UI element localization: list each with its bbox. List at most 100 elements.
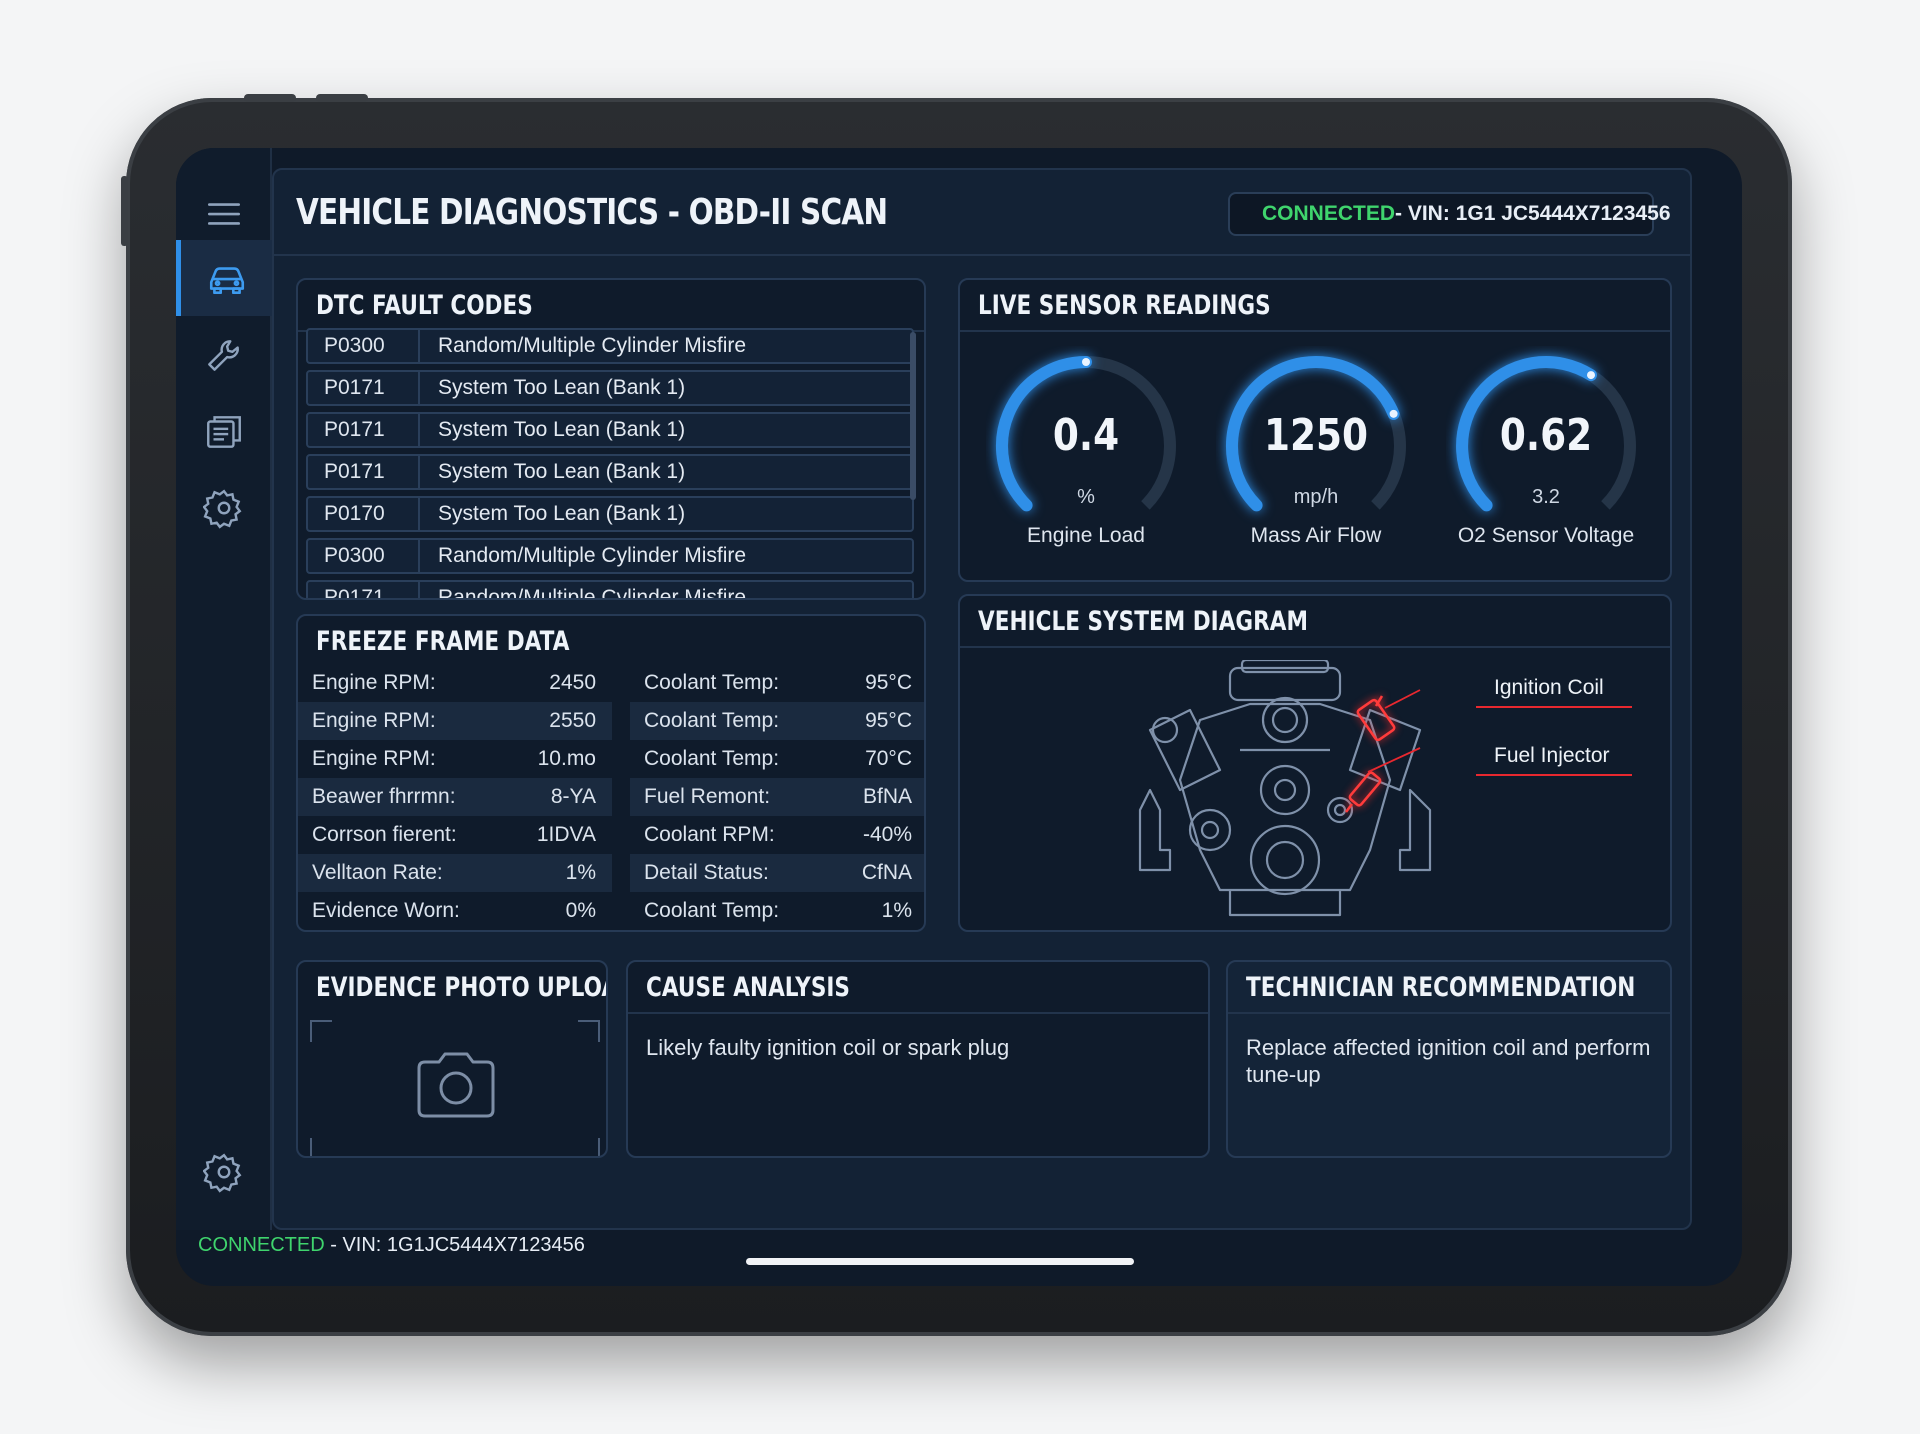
sidebar-item-vehicle[interactable] [176, 240, 272, 316]
camera-icon [417, 1052, 495, 1118]
freeze-frame-row: Corrson fierent: 1IDVA [298, 816, 612, 854]
dtc-title: DTC FAULT CODES [316, 290, 533, 321]
freeze-label: Beawer fhrrmn: [312, 785, 456, 808]
dtc-code: P0171 [308, 582, 420, 598]
table-row[interactable]: P0300 Random/Multiple Cylinder Misfire [306, 328, 914, 364]
sidebar-item-settings[interactable] [176, 470, 272, 546]
freeze-frame-row: Coolant Temp: 95°C [630, 664, 924, 702]
tablet-frame: VEHICLE DIAGNOSTICS - OBD-II SCAN CONNEC… [126, 98, 1792, 1336]
gauge-needle [1082, 358, 1090, 366]
freeze-label: Coolant RPM: [644, 823, 775, 846]
freeze-value: 70°C [865, 747, 912, 770]
dtc-code: P0300 [308, 330, 420, 362]
footer-connected: CONNECTED [198, 1234, 325, 1256]
main-content: VEHICLE DIAGNOSTICS - OBD-II SCAN CONNEC… [272, 168, 1692, 1230]
freeze-frame-row: Beawer fhrrmn: 8-YA [298, 778, 612, 816]
dtc-description: System Too Lean (Bank 1) [438, 418, 686, 441]
gauge-label: Mass Air Flow [1250, 524, 1382, 547]
freeze-frame-row: Evidence Worn: 0% [298, 892, 612, 930]
freeze-frame-panel: FREEZE FRAME DATA Engine RPM: 2450 Engine … [296, 614, 926, 932]
freeze-value: 10.mo [537, 747, 596, 770]
dtc-description: Random/Multiple Cylinder Misfire [438, 586, 747, 600]
table-row[interactable]: P0171 System Too Lean (Bank 1) [306, 412, 914, 448]
gauge-value: 0.62 [1499, 410, 1593, 461]
freeze-value: 1% [881, 899, 912, 922]
table-row[interactable]: P0170 System Too Lean (Bank 1) [306, 496, 914, 532]
freeze-label: Evidence Worn: [312, 899, 460, 922]
dtc-code: P0171 [308, 456, 420, 488]
freeze-frame-row: Coolant Temp: 70°C [630, 740, 924, 778]
freeze-value: 1% [565, 861, 596, 884]
table-row[interactable]: P0171 Random/Multiple Cylinder Misfire [306, 580, 914, 600]
table-row[interactable]: P0300 Random/Multiple Cylinder Misfire [306, 538, 914, 574]
engine-diagram[interactable] [1130, 660, 1470, 924]
freeze-frame-row: Engine RPM: 2450 [298, 664, 612, 702]
freeze-label: Coolant Temp: [644, 747, 780, 770]
diagram-title: VEHICLE SYSTEM DIAGRAM [978, 606, 1308, 637]
gauge-label: Engine Load [1027, 524, 1145, 547]
gauge-value: 1250 [1263, 410, 1369, 461]
dtc-description: System Too Lean (Bank 1) [438, 460, 686, 483]
freeze-label: Fuel Remont: [644, 785, 771, 808]
gear-icon [203, 489, 242, 529]
cause-panel: CAUSE ANALYSIS Likely faulty ignition co… [626, 960, 1210, 1158]
gauge-needle [1587, 371, 1596, 380]
dtc-description: System Too Lean (Bank 1) [438, 376, 686, 399]
vin-label: - VIN: 1G1 JC5444X7123456 [1395, 202, 1671, 225]
freeze-label: Coolant Temp: [644, 709, 780, 732]
page-title: VEHICLE DIAGNOSTICS - OBD-II SCAN [296, 192, 888, 233]
freeze-frame-row: Engine RPM: 2550 [298, 702, 612, 740]
sidebar-bottom-settings[interactable] [176, 1134, 272, 1210]
freeze-frame-row: Detail Status: CfNA [630, 854, 924, 892]
freeze-label: Corrson fierent: [312, 823, 457, 846]
gauge-unit: % [1077, 486, 1095, 508]
freeze-frame-row: Coolant Temp: 1% [630, 892, 924, 930]
table-row[interactable]: P0171 System Too Lean (Bank 1) [306, 454, 914, 490]
freeze-label: Engine RPM: [312, 709, 436, 732]
sidebar [176, 148, 272, 1230]
diagram-panel: VEHICLE SYSTEM DIAGRAM Ignition Coil Fue… [958, 594, 1672, 932]
menu-icon [207, 203, 241, 225]
dtc-code: P0170 [308, 498, 420, 530]
table-row[interactable]: P0171 System Too Lean (Bank 1) [306, 370, 914, 406]
dtc-description: Random/Multiple Cylinder Misfire [438, 334, 747, 357]
footer-status: CONNECTED - VIN: 1G1JC5444X7123456 [198, 1234, 585, 1257]
dtc-panel: DTC FAULT CODES P0300 Random/Multiple Cyl… [296, 278, 926, 600]
freeze-value: 95°C [865, 671, 912, 694]
dtc-code: P0300 [308, 540, 420, 572]
freeze-value: 2450 [549, 671, 596, 694]
ignition-coil-label: Ignition Coil [1494, 676, 1604, 699]
sensor-gauge: 0.4% [986, 346, 1186, 546]
report-icon [207, 416, 241, 448]
freeze-value: 1IDVA [536, 823, 596, 846]
car-icon [209, 267, 244, 295]
hardware-button [244, 94, 296, 102]
sensor-panel: LIVE SENSOR READINGS 0.4% Engine Load 1250… [958, 278, 1672, 582]
ignition-coil-leader [1476, 706, 1632, 708]
freeze-frame-row: Velltaon Rate: 1% [298, 854, 612, 892]
sensor-title: LIVE SENSOR READINGS [978, 290, 1271, 321]
photo-upload-dropzone[interactable] [310, 1020, 600, 1156]
connection-label: CONNECTED [1262, 202, 1396, 225]
upload-title: EVIDENCE PHOTO UPLOAD [316, 972, 608, 1003]
header: VEHICLE DIAGNOSTICS - OBD-II SCAN CONNEC… [274, 170, 1690, 256]
sidebar-item-reports[interactable] [176, 394, 272, 470]
sensor-gauge: 1250 mp/h [1216, 346, 1416, 546]
freeze-value: CfNA [861, 861, 912, 884]
freeze-title: FREEZE FRAME DATA [316, 626, 570, 657]
recommendation-panel: TECHNICIAN RECOMMENDATION Replace affect… [1226, 960, 1672, 1158]
home-indicator[interactable] [746, 1258, 1134, 1265]
recommendation-text: Replace affected ignition coil and perfo… [1246, 1035, 1651, 1087]
freeze-frame-row: Coolant RPM: -40% [630, 816, 924, 854]
dtc-code: P0171 [308, 372, 420, 404]
dtc-scrollbar[interactable] [910, 332, 916, 500]
fuel-injector-label: Fuel Injector [1494, 744, 1610, 767]
hardware-button [121, 176, 128, 246]
freeze-frame-row: Engine RPM: 10.mo [298, 740, 612, 778]
footer-vin: - VIN: 1G1JC5444X7123456 [324, 1234, 585, 1256]
freeze-value: -40% [862, 823, 912, 846]
freeze-value: 95°C [865, 709, 912, 732]
freeze-label: Engine RPM: [312, 671, 436, 694]
sidebar-item-tools[interactable] [176, 318, 272, 394]
freeze-label: Velltaon Rate: [312, 861, 443, 884]
